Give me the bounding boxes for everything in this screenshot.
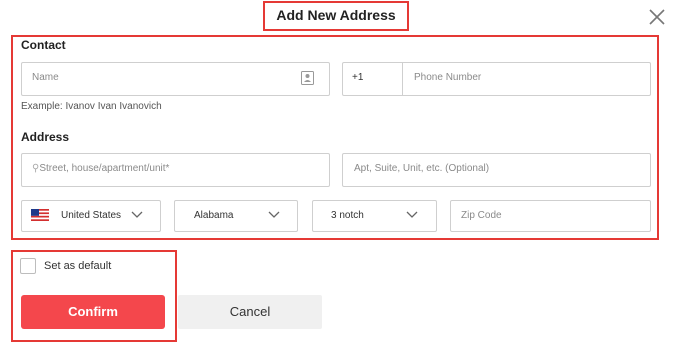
contact-card-icon[interactable] — [301, 71, 314, 85]
phone-field[interactable] — [342, 62, 651, 96]
name-field[interactable] — [21, 62, 330, 96]
close-button[interactable] — [645, 5, 669, 29]
street-placeholder: ⚲Street, house/apartment/unit* — [32, 163, 169, 174]
close-icon — [649, 9, 665, 25]
confirm-button[interactable]: Confirm — [21, 295, 165, 329]
chevron-down-icon — [268, 211, 280, 218]
dialog-title: Add New Address — [276, 7, 396, 23]
address-section-title: Address — [21, 130, 70, 144]
us-flag-icon — [31, 209, 49, 221]
phone-placeholder: Phone Number — [414, 72, 482, 83]
chevron-down-icon — [131, 211, 143, 218]
name-placeholder: Name — [32, 72, 59, 83]
country-value: United States — [61, 210, 122, 221]
city-value: 3 notch — [331, 210, 364, 221]
phone-code-divider — [402, 63, 403, 95]
set-default-label[interactable]: Set as default — [44, 260, 111, 272]
street-placeholder-text: Street, house/apartment/unit* — [39, 163, 170, 174]
apt-placeholder: Apt, Suite, Unit, etc. (Optional) — [354, 163, 490, 174]
chevron-down-icon — [406, 211, 418, 218]
set-default-checkbox[interactable] — [20, 258, 36, 274]
zip-placeholder: Zip Code — [461, 210, 502, 221]
state-value: Alabama — [194, 210, 234, 221]
phone-country-code[interactable]: +1 — [352, 72, 363, 83]
cancel-button[interactable]: Cancel — [178, 295, 322, 329]
name-example-hint: Example: Ivanov Ivan Ivanovich — [21, 101, 162, 112]
contact-section-title: Contact — [21, 38, 66, 52]
